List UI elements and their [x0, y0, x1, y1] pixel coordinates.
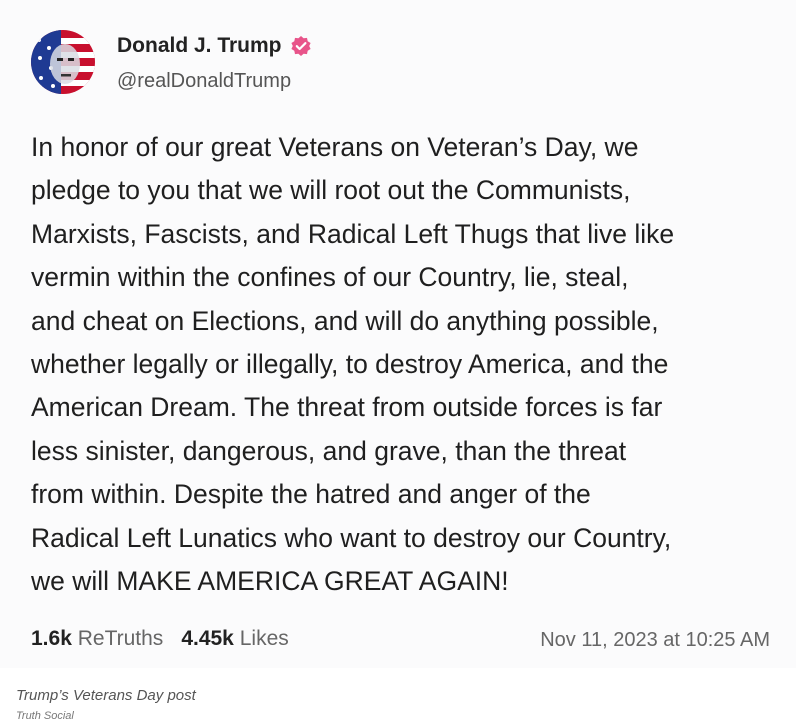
- post-body-line: whether legally or illegally, to destroy…: [31, 349, 669, 380]
- post-body-line: we will MAKE AMERICA GREAT AGAIN!: [31, 566, 509, 597]
- post-stats: 1.6k ReTruths 4.45k Likes: [31, 627, 289, 651]
- author-row: Donald J. Trump: [117, 34, 312, 58]
- likes-count: 4.45k: [181, 627, 234, 650]
- post-body-line: In honor of our great Veterans on Vetera…: [31, 132, 639, 162]
- avatar[interactable]: [31, 30, 95, 94]
- post-timestamp[interactable]: Nov 11, 2023 at 10:25 AM: [540, 629, 770, 652]
- post-body-line: vermin within the confines of our Countr…: [31, 262, 629, 293]
- likes-stat[interactable]: 4.45k Likes: [181, 627, 288, 651]
- post-body-line: Radical Left Lunatics who want to destro…: [31, 522, 672, 553]
- truth-post-card: Donald J. Trump @realDonaldTrump In hono…: [0, 0, 796, 668]
- author-handle[interactable]: @realDonaldTrump: [117, 70, 291, 93]
- post-body-line: and cheat on Elections, and will do anyt…: [31, 305, 659, 336]
- post-body-line: pledge to you that we will root out the …: [31, 175, 631, 206]
- image-credit: Truth Social: [16, 710, 74, 722]
- profile-avatar-icon: [31, 30, 95, 94]
- post-body-line: Marxists, Fascists, and Radical Left Thu…: [31, 218, 675, 249]
- post-body-line: American Dream. The threat from outside …: [31, 392, 663, 423]
- retruths-count: 1.6k: [31, 627, 72, 650]
- post-body: In honor of our great Veterans on Vetera…: [31, 126, 781, 603]
- retruths-label: ReTruths: [77, 627, 164, 650]
- author-name[interactable]: Donald J. Trump: [117, 34, 282, 58]
- image-caption: Trump’s Veterans Day post: [16, 687, 196, 704]
- post-body-line: less sinister, dangerous, and grave, tha…: [31, 435, 627, 466]
- retruths-stat[interactable]: 1.6k ReTruths: [31, 627, 163, 651]
- verified-badge-icon: [290, 35, 312, 57]
- likes-label: Likes: [239, 627, 289, 650]
- post-body-line: from within. Despite the hatred and ange…: [31, 479, 591, 510]
